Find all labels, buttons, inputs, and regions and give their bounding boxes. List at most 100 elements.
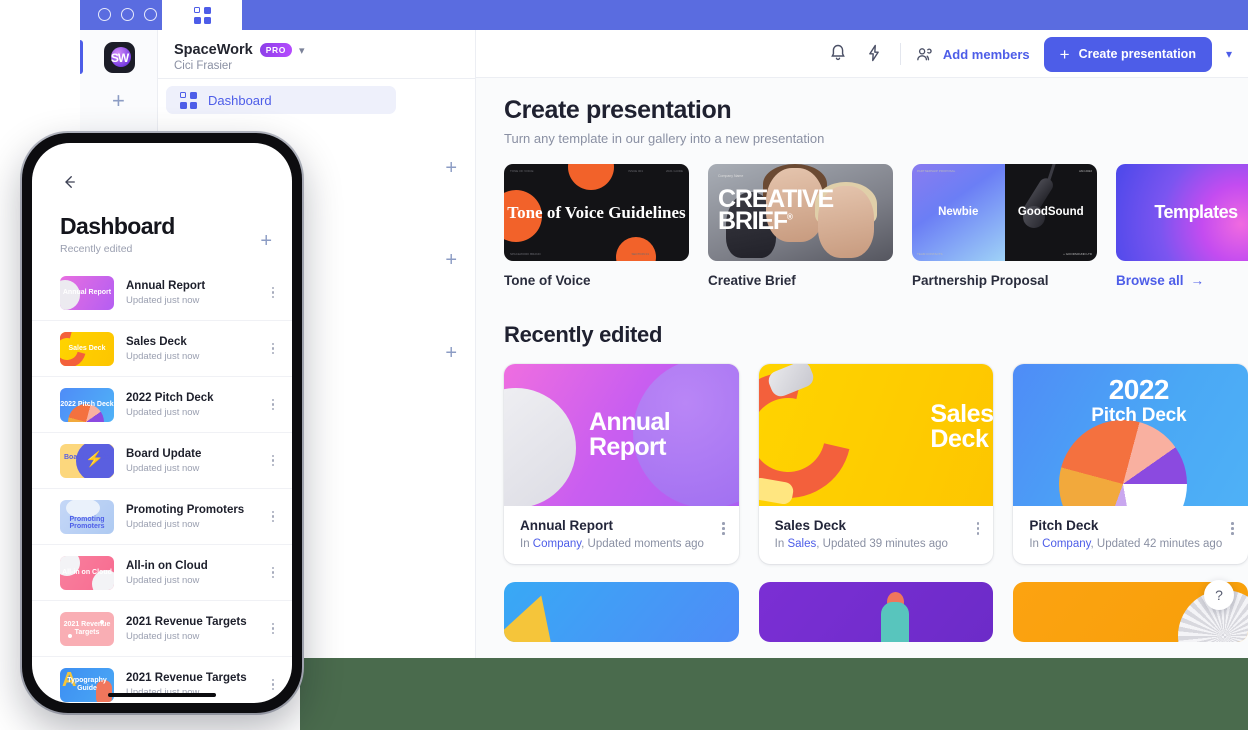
add-section-button-3[interactable]: +	[445, 343, 457, 363]
list-item[interactable]: Sales Deck Sales Deck Updated just now	[32, 321, 292, 377]
card-menu-button[interactable]	[976, 522, 980, 535]
list-item-thumbnail: Annual Report	[60, 275, 114, 310]
presentation-card-annual-report[interactable]: Annual Report Annual Report In Company, U…	[504, 364, 739, 564]
list-item-updated: Updated just now	[126, 518, 200, 530]
list-item-name: Board Update	[126, 447, 202, 460]
card-thumbnail: 2022 Pitch Deck	[1013, 364, 1248, 506]
list-item[interactable]: Annual Report Annual Report Updated just…	[32, 265, 292, 321]
card-menu-button[interactable]	[722, 522, 725, 535]
browser-tab-active[interactable]	[162, 0, 242, 30]
card-subtitle: In Sales, Updated 39 minutes ago	[774, 538, 948, 550]
arrow-left-icon[interactable]	[60, 173, 78, 196]
card-meta: Annual Report In Company, Updated moment…	[504, 506, 739, 564]
list-item-name: 2022 Pitch Deck	[126, 391, 214, 404]
template-card-partnership-proposal[interactable]: PARTNERSHIP PROPOSAL JAN 2022 TEAM CONTA…	[912, 164, 1097, 288]
presentation-card-partial-1[interactable]	[504, 582, 739, 642]
plus-icon: +	[1059, 44, 1070, 64]
list-item-menu-button[interactable]	[271, 455, 278, 466]
list-item-updated: Updated just now	[126, 406, 200, 418]
bell-icon[interactable]	[828, 43, 850, 65]
template-card-tone-of-voice[interactable]: TONE OF VOICE ISSUE 001 2021 GUIDE SPACE…	[504, 164, 689, 288]
browse-all-label: Browse all	[1116, 273, 1184, 288]
list-item-menu-button[interactable]	[271, 567, 278, 578]
thumb-label: Sales Deck	[68, 344, 106, 352]
list-item-name: 2021 Revenue Targets	[126, 615, 247, 628]
add-section-button-2[interactable]: +	[445, 250, 457, 270]
chevron-down-icon[interactable]: ▾	[299, 44, 305, 57]
list-item-name: Sales Deck	[126, 335, 187, 348]
lightning-icon[interactable]	[864, 43, 886, 65]
sidebar-item-dashboard[interactable]: Dashboard	[166, 86, 396, 114]
template-thumb-title: Tone of Voice Guidelines	[507, 202, 686, 222]
list-item-text: All-in on Cloud Updated just now	[126, 560, 260, 586]
phone-add-button[interactable]: +	[260, 231, 272, 251]
list-item-menu-button[interactable]	[271, 623, 278, 634]
add-section-button-1[interactable]: +	[445, 158, 457, 178]
template-gallery-row: TONE OF VOICE ISSUE 001 2021 GUIDE SPACE…	[504, 164, 1248, 288]
thumb-micro-text: ISSUE 001	[628, 169, 643, 173]
sidebar-item-label: Dashboard	[208, 92, 272, 108]
list-item[interactable]: All-in on Cloud All-in on Cloud Updated …	[32, 545, 292, 601]
template-thumb-title: CREATIVE BRIEF®	[718, 185, 834, 235]
recently-edited-row-2	[504, 582, 1248, 642]
presentation-card-partial-2[interactable]	[758, 582, 994, 642]
presentation-card-sales-deck[interactable]: Sales Deck Sales Deck In Sales, Updated 3…	[758, 364, 994, 564]
help-button[interactable]: ?	[1204, 580, 1234, 610]
template-label: Creative Brief	[708, 273, 796, 288]
thumb-micro-text: SPACEWORK BRAND	[510, 252, 541, 256]
decor-figure	[880, 602, 909, 642]
list-item-menu-button[interactable]	[271, 511, 278, 522]
presentation-card-pitch-deck[interactable]: 2022 Pitch Deck Pitch Deck In Company, U…	[1013, 364, 1248, 564]
add-workspace-button[interactable]: +	[112, 90, 125, 112]
workspace-logo[interactable]: SW	[104, 42, 135, 73]
list-item-updated: Updated just now	[126, 630, 200, 642]
top-bar-actions: Add members + Create presentation ▾	[828, 30, 1232, 78]
list-item-text: 2022 Pitch Deck Updated just now	[126, 392, 260, 418]
template-thumb-right-label: GoodSound	[1017, 206, 1084, 218]
card-thumbnail: Annual Report	[504, 364, 739, 506]
list-item-menu-button[interactable]	[271, 287, 278, 298]
template-thumbnail: Company Name CREATIVE BRIEF®	[708, 164, 893, 261]
list-item-thumbnail: Sales Deck	[60, 331, 114, 366]
browse-all-link[interactable]: Browse all →	[1116, 273, 1248, 288]
list-item[interactable]: 2021 Revenue Targets 2021 Revenue Target…	[32, 601, 292, 657]
template-label: Tone of Voice	[504, 273, 591, 288]
list-item-updated: Updated just now	[126, 350, 200, 362]
create-presentation-button[interactable]: + Create presentation	[1043, 36, 1212, 72]
arrow-right-icon: →	[1190, 273, 1205, 288]
list-item-menu-button[interactable]	[271, 679, 278, 690]
list-item-updated: Updated just now	[126, 574, 200, 586]
add-members-button[interactable]: Add members	[915, 45, 1030, 64]
list-item[interactable]: Promoting Promoters Promoting Promoters …	[32, 489, 292, 545]
workspace-header[interactable]: SpaceWork PRO ▾ Cici Frasier	[174, 42, 304, 72]
divider	[899, 43, 901, 65]
thumb-micro-text: 2021 GUIDE	[665, 169, 683, 173]
template-card-browse-all[interactable]: Templates Browse all →	[1116, 164, 1248, 288]
card-title: Pitch Deck	[1029, 518, 1099, 533]
browser-chrome-bar	[80, 0, 1248, 30]
plan-badge: PRO	[259, 43, 292, 57]
template-card-creative-brief[interactable]: Company Name CREATIVE BRIEF® Creative Bri…	[708, 164, 893, 288]
card-meta: Pitch Deck In Company, Updated 42 minute…	[1013, 506, 1248, 564]
thumb-label: Annual Report	[62, 288, 112, 296]
lightning-icon: ⚡	[85, 450, 104, 468]
list-item-name: All-in on Cloud	[126, 559, 208, 572]
list-item-menu-button[interactable]	[271, 399, 278, 410]
minimize-icon[interactable]	[121, 8, 134, 21]
sidebar-divider	[158, 78, 476, 79]
list-item[interactable]: ⚡ Board Update Board Update Updated just …	[32, 433, 292, 489]
list-item-menu-button[interactable]	[271, 343, 278, 354]
list-item-thumbnail: A Typography Guide	[60, 667, 114, 702]
add-members-label: Add members	[942, 46, 1030, 62]
list-item[interactable]: 2022 Pitch Deck 2022 Pitch Deck Updated …	[32, 377, 292, 433]
home-indicator	[108, 693, 216, 697]
maximize-icon[interactable]	[144, 8, 157, 21]
phone-page-title: Dashboard	[60, 213, 175, 239]
close-icon[interactable]	[98, 8, 111, 21]
workspace-name: SpaceWork	[174, 42, 253, 58]
decor-cloud	[66, 499, 100, 518]
phone-screen: Dashboard Recently edited + Annual Repor…	[32, 143, 292, 703]
chevron-down-icon[interactable]: ▾	[1226, 47, 1232, 61]
card-menu-button[interactable]	[1231, 522, 1235, 535]
create-presentation-label: Create presentation	[1078, 47, 1196, 61]
